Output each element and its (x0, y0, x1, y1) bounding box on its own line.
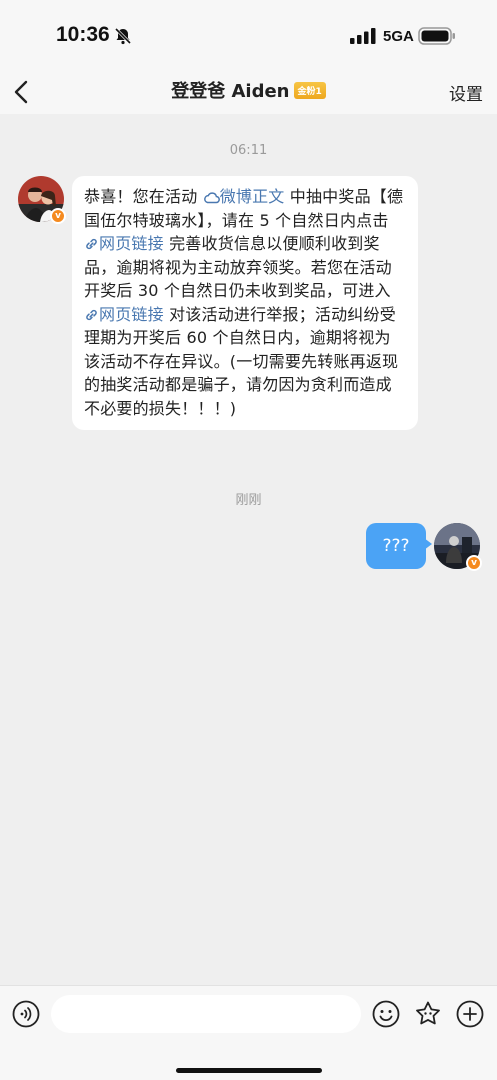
home-indicator[interactable] (176, 1068, 322, 1073)
my-avatar[interactable]: v (434, 523, 482, 571)
message-timestamp: 06:11 (229, 143, 268, 158)
signal-icon (350, 28, 376, 44)
link-icon (86, 238, 97, 250)
weibo-post-link-label: 微博正文 (219, 187, 285, 206)
outgoing-message-bubble[interactable]: ??? (366, 523, 432, 569)
contact-name: 登登爸 Aiden (171, 81, 290, 102)
input-bar (0, 985, 497, 1080)
message-text: 恭喜！您在活动 (84, 187, 203, 206)
status-bar: 10:36 5GA (0, 0, 497, 70)
sender-avatar[interactable]: v (18, 176, 66, 224)
chat-title: 登登爸 Aiden 金粉1 (0, 77, 497, 103)
bell-slash-icon (114, 27, 132, 45)
incoming-message-bubble[interactable]: 恭喜！您在活动 微博正文 中抽中奖品【德国伍尔特玻璃水】，请在 5 个自然日内点… (72, 176, 418, 430)
message-timestamp: 刚刚 (235, 493, 262, 508)
status-time: 10:36 (56, 23, 110, 46)
link-icon (86, 309, 97, 320)
weibo-post-link[interactable]: 微博正文 (203, 187, 285, 206)
web-link-label: 网页链接 (99, 234, 164, 253)
nav-bar: 登登爸 Aiden 金粉1 设置 (0, 70, 497, 114)
sticker-icon[interactable] (414, 1000, 442, 1028)
battery-icon (418, 27, 455, 45)
verified-badge-icon: v (50, 208, 66, 224)
plus-icon[interactable] (456, 1000, 484, 1028)
weibo-cloud-icon (203, 192, 220, 204)
settings-button[interactable]: 设置 (449, 80, 483, 105)
network-type: 5GA (383, 28, 414, 45)
fan-badge: 金粉1 (293, 81, 326, 99)
web-link[interactable]: 网页链接 (84, 305, 164, 324)
web-link-label: 网页链接 (99, 304, 164, 324)
web-link[interactable]: 网页链接 (84, 234, 164, 253)
voice-icon[interactable] (12, 1000, 40, 1028)
emoji-icon[interactable] (372, 1000, 400, 1028)
message-text: ??? (382, 536, 410, 556)
verified-badge-icon: v (466, 555, 482, 571)
message-input[interactable] (51, 995, 361, 1033)
